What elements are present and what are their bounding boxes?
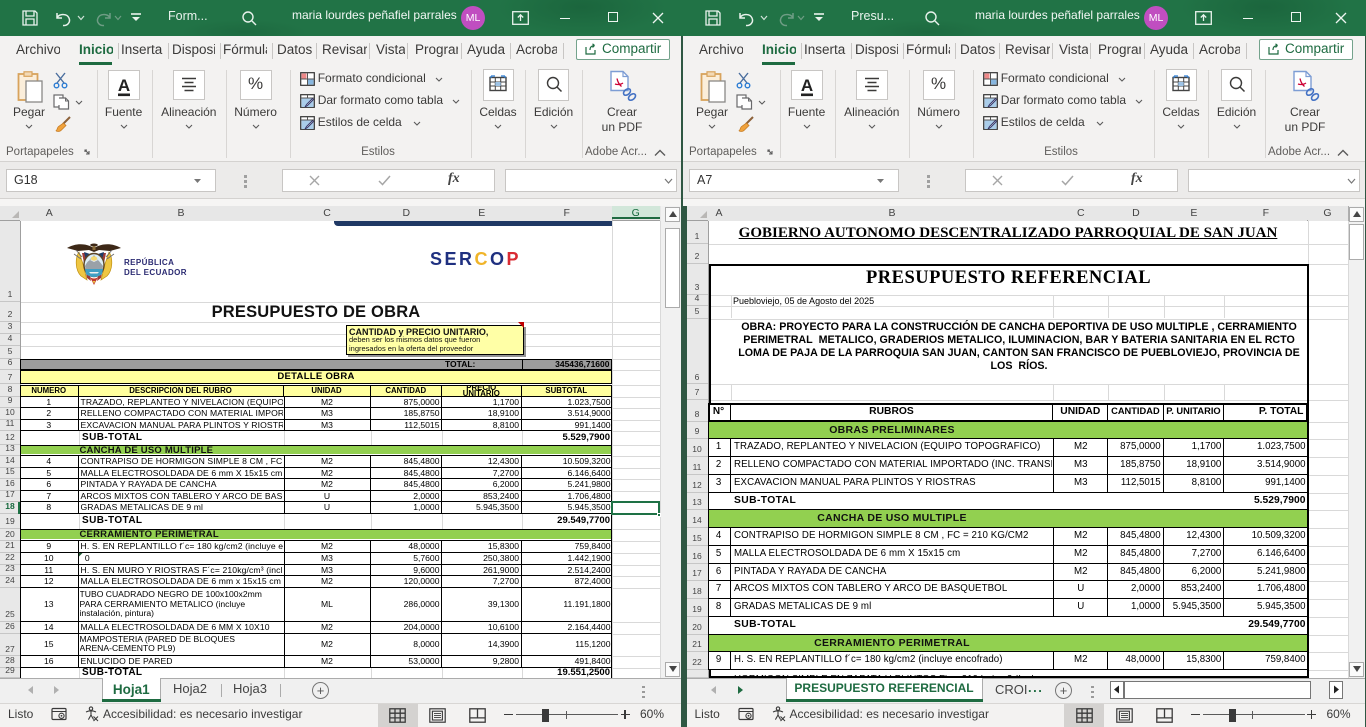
svg-text:A: A xyxy=(800,76,812,95)
svg-text:A: A xyxy=(117,76,129,95)
